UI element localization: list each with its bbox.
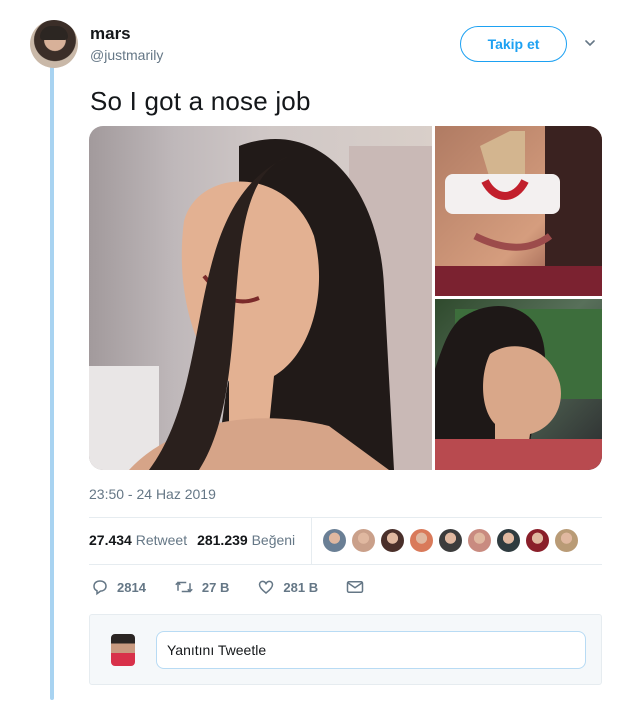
tweet-actions: 2814 27 B 281 B xyxy=(91,578,400,596)
liker-avatars xyxy=(322,528,579,553)
reply-count: 2814 xyxy=(117,579,146,595)
author-avatar[interactable] xyxy=(30,20,78,68)
like-stat[interactable]: 281.239 Beğeni xyxy=(197,532,295,548)
stats-separator xyxy=(311,518,312,564)
reply-action[interactable]: 2814 xyxy=(91,578,146,596)
author-handle[interactable]: @justmarily xyxy=(90,47,163,63)
thread-line xyxy=(50,66,54,700)
tweet-timestamp[interactable]: 23:50 - 24 Haz 2019 xyxy=(89,486,216,502)
tweet-text: So I got a nose job xyxy=(90,86,311,116)
photo-profile-smile[interactable] xyxy=(89,126,432,470)
liker-avatar[interactable] xyxy=(438,528,463,553)
like-count: 281 B xyxy=(283,579,319,595)
liker-avatar[interactable] xyxy=(380,528,405,553)
liker-avatar[interactable] xyxy=(467,528,492,553)
retweet-icon xyxy=(175,581,193,593)
retweet-stat[interactable]: 27.434 Retweet xyxy=(89,532,187,548)
media-grid xyxy=(89,126,602,470)
chevron-down-icon[interactable] xyxy=(585,38,595,48)
like-action[interactable]: 281 B xyxy=(257,578,318,596)
liker-avatar[interactable] xyxy=(322,528,347,553)
liker-avatar[interactable] xyxy=(496,528,521,553)
divider xyxy=(89,564,602,565)
reply-icon xyxy=(93,580,107,596)
liker-avatar[interactable] xyxy=(525,528,550,553)
follow-button[interactable]: Takip et xyxy=(460,26,567,62)
retweet-action[interactable]: 27 B xyxy=(174,578,229,596)
author-display-name[interactable]: mars xyxy=(90,24,131,44)
divider xyxy=(89,517,602,518)
envelope-icon xyxy=(346,581,364,593)
current-user-avatar xyxy=(111,634,135,666)
photo-car-profile[interactable] xyxy=(435,299,602,470)
liker-avatar[interactable] xyxy=(409,528,434,553)
photo-nose-splint[interactable] xyxy=(435,126,602,296)
heart-icon xyxy=(259,580,274,594)
direct-message-action[interactable] xyxy=(346,579,372,595)
liker-avatar[interactable] xyxy=(554,528,579,553)
reply-input[interactable] xyxy=(156,631,586,669)
reply-composer xyxy=(89,614,602,685)
retweet-count: 27 B xyxy=(201,579,230,595)
engagement-stats: 27.434 Retweet 281.239 Beğeni xyxy=(89,532,295,548)
liker-avatar[interactable] xyxy=(351,528,376,553)
